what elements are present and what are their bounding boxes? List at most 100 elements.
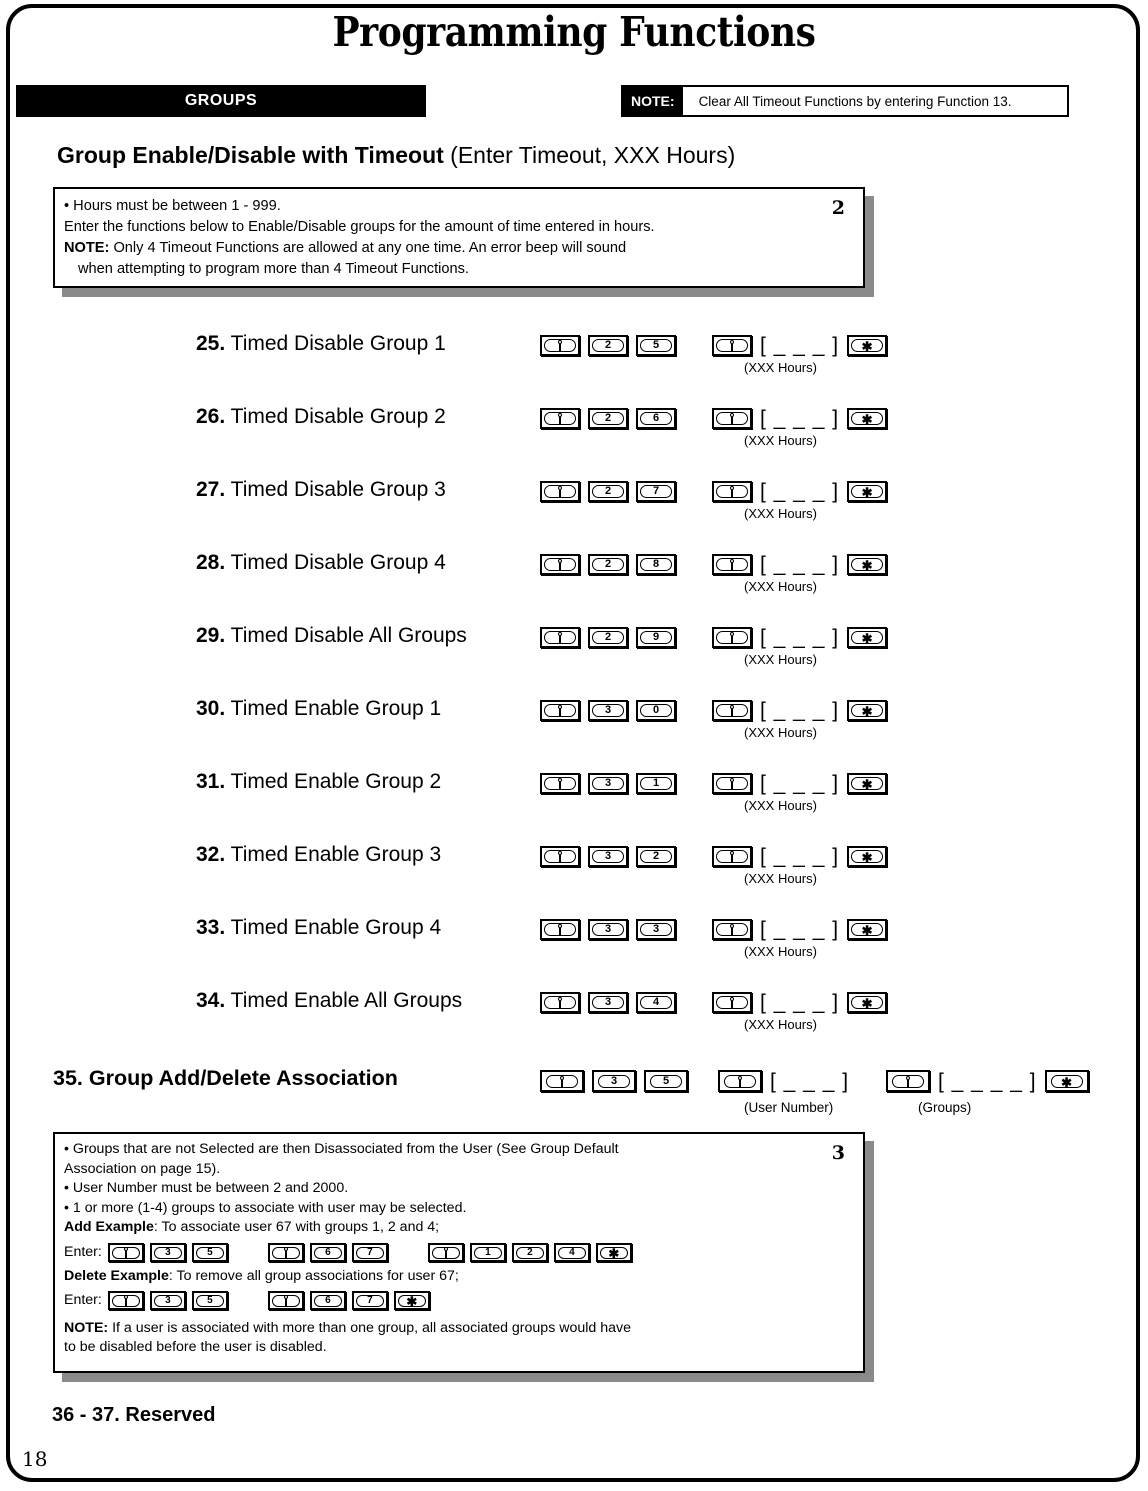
function-key[interactable]: [540, 846, 580, 867]
timeout-hours-field[interactable]: [ _ _ _ ]: [760, 335, 839, 356]
asterisk-key[interactable]: ✱: [847, 408, 888, 429]
digit-key-2[interactable]: 2: [588, 408, 628, 429]
asterisk-key[interactable]: ✱: [847, 554, 888, 575]
timeout-entry-keys[interactable]: [ _ _ _ ] ✱: [712, 554, 895, 575]
function-key[interactable]: [267, 1243, 304, 1263]
asterisk-key[interactable]: ✱: [847, 846, 888, 867]
function-code-keys[interactable]: 34: [540, 992, 684, 1013]
timeout-hours-field[interactable]: [ _ _ _ ]: [760, 627, 839, 648]
function-key[interactable]: [718, 1070, 762, 1092]
digit-key-3[interactable]: 3: [592, 1070, 636, 1092]
digit-key-7[interactable]: 7: [351, 1291, 388, 1311]
digit-key-2[interactable]: 2: [588, 335, 628, 356]
function-code-keys[interactable]: 25: [540, 335, 684, 356]
digit-key-3[interactable]: 3: [588, 919, 628, 940]
digit-key-3[interactable]: 3: [588, 700, 628, 721]
function-key[interactable]: [267, 1291, 304, 1311]
timeout-entry-keys[interactable]: [ _ _ _ ] ✱: [712, 627, 895, 648]
digit-key-6[interactable]: 6: [309, 1243, 346, 1263]
timeout-entry-keys[interactable]: [ _ _ _ ] ✱: [712, 700, 895, 721]
function-code-keys[interactable]: 28: [540, 554, 684, 575]
function-key[interactable]: [712, 773, 752, 794]
digit-key-9[interactable]: 9: [636, 627, 676, 648]
function-code-keys[interactable]: 30: [540, 700, 684, 721]
timeout-entry-keys[interactable]: [ _ _ _ ] ✱: [712, 992, 895, 1013]
digit-key-6[interactable]: 6: [636, 408, 676, 429]
function-key[interactable]: [712, 481, 752, 502]
asterisk-key[interactable]: ✱: [847, 481, 888, 502]
timeout-hours-field[interactable]: [ _ _ _ ]: [760, 554, 839, 575]
timeout-hours-field[interactable]: [ _ _ _ ]: [760, 408, 839, 429]
timeout-hours-field[interactable]: [ _ _ _ ]: [760, 773, 839, 794]
function-key[interactable]: [540, 481, 580, 502]
asterisk-key[interactable]: ✱: [595, 1243, 632, 1263]
function-key[interactable]: [712, 846, 752, 867]
digit-key-3[interactable]: 3: [149, 1291, 186, 1311]
digit-key-3[interactable]: 3: [588, 846, 628, 867]
timeout-entry-keys[interactable]: [ _ _ _ ] ✱: [712, 773, 895, 794]
function-key[interactable]: [427, 1243, 464, 1263]
asterisk-key[interactable]: ✱: [1044, 1070, 1089, 1092]
function-key[interactable]: [107, 1243, 144, 1263]
digit-key-1[interactable]: 1: [636, 773, 676, 794]
timeout-entry-keys[interactable]: [ _ _ _ ] ✱: [712, 408, 895, 429]
digit-key-4[interactable]: 4: [553, 1243, 590, 1263]
function-key[interactable]: [712, 627, 752, 648]
digit-key-5[interactable]: 5: [191, 1291, 228, 1311]
function-code-keys[interactable]: 27: [540, 481, 684, 502]
timeout-entry-keys[interactable]: [ _ _ _ ] ✱: [712, 919, 895, 940]
digit-key-3[interactable]: 3: [149, 1243, 186, 1263]
section-35-user-number-entry[interactable]: [ _ _ _ ]: [718, 1070, 857, 1092]
function-key[interactable]: [886, 1070, 930, 1092]
section-35-groups-entry[interactable]: [ _ _ _ _ ] ✱: [886, 1070, 1097, 1092]
digit-key-4[interactable]: 4: [636, 992, 676, 1013]
digit-key-7[interactable]: 7: [351, 1243, 388, 1263]
delete-example-key-sequence[interactable]: Enter: 3 5 6 7 ✱: [64, 1291, 763, 1311]
timeout-entry-keys[interactable]: [ _ _ _ ] ✱: [712, 335, 895, 356]
digit-key-6[interactable]: 6: [309, 1291, 346, 1311]
function-code-keys[interactable]: 33: [540, 919, 684, 940]
digit-key-2[interactable]: 2: [588, 481, 628, 502]
asterisk-key[interactable]: ✱: [847, 700, 888, 721]
function-key[interactable]: [540, 700, 580, 721]
timeout-hours-field[interactable]: [ _ _ _ ]: [760, 481, 839, 502]
asterisk-key[interactable]: ✱: [393, 1291, 430, 1311]
digit-key-2[interactable]: 2: [588, 554, 628, 575]
add-example-key-sequence[interactable]: Enter: 3 5 6 7 1 2 4 ✱: [64, 1243, 763, 1263]
function-key[interactable]: [540, 1070, 584, 1092]
asterisk-key[interactable]: ✱: [847, 992, 888, 1013]
function-code-keys[interactable]: 31: [540, 773, 684, 794]
function-key[interactable]: [712, 554, 752, 575]
timeout-entry-keys[interactable]: [ _ _ _ ] ✱: [712, 846, 895, 867]
digit-key-2[interactable]: 2: [588, 627, 628, 648]
function-key[interactable]: [540, 554, 580, 575]
digit-key-1[interactable]: 1: [469, 1243, 506, 1263]
digit-key-2[interactable]: 2: [636, 846, 676, 867]
digit-key-3[interactable]: 3: [636, 919, 676, 940]
function-key[interactable]: [712, 700, 752, 721]
function-key[interactable]: [540, 919, 580, 940]
timeout-hours-field[interactable]: [ _ _ _ ]: [760, 992, 839, 1013]
function-key[interactable]: [712, 335, 752, 356]
function-key[interactable]: [712, 992, 752, 1013]
function-key[interactable]: [712, 408, 752, 429]
function-code-keys[interactable]: 26: [540, 408, 684, 429]
section-35-function-keys[interactable]: 35: [540, 1070, 696, 1092]
user-number-field[interactable]: [ _ _ _ ]: [770, 1071, 849, 1092]
asterisk-key[interactable]: ✱: [847, 919, 888, 940]
function-key[interactable]: [540, 408, 580, 429]
digit-key-0[interactable]: 0: [636, 700, 676, 721]
digit-key-3[interactable]: 3: [588, 773, 628, 794]
timeout-entry-keys[interactable]: [ _ _ _ ] ✱: [712, 481, 895, 502]
digit-key-3[interactable]: 3: [588, 992, 628, 1013]
timeout-hours-field[interactable]: [ _ _ _ ]: [760, 919, 839, 940]
asterisk-key[interactable]: ✱: [847, 627, 888, 648]
function-key[interactable]: [540, 627, 580, 648]
digit-key-2[interactable]: 2: [511, 1243, 548, 1263]
function-code-keys[interactable]: 32: [540, 846, 684, 867]
function-key[interactable]: [540, 773, 580, 794]
asterisk-key[interactable]: ✱: [847, 773, 888, 794]
asterisk-key[interactable]: ✱: [847, 335, 888, 356]
function-key[interactable]: [107, 1291, 144, 1311]
digit-key-5[interactable]: 5: [636, 335, 676, 356]
